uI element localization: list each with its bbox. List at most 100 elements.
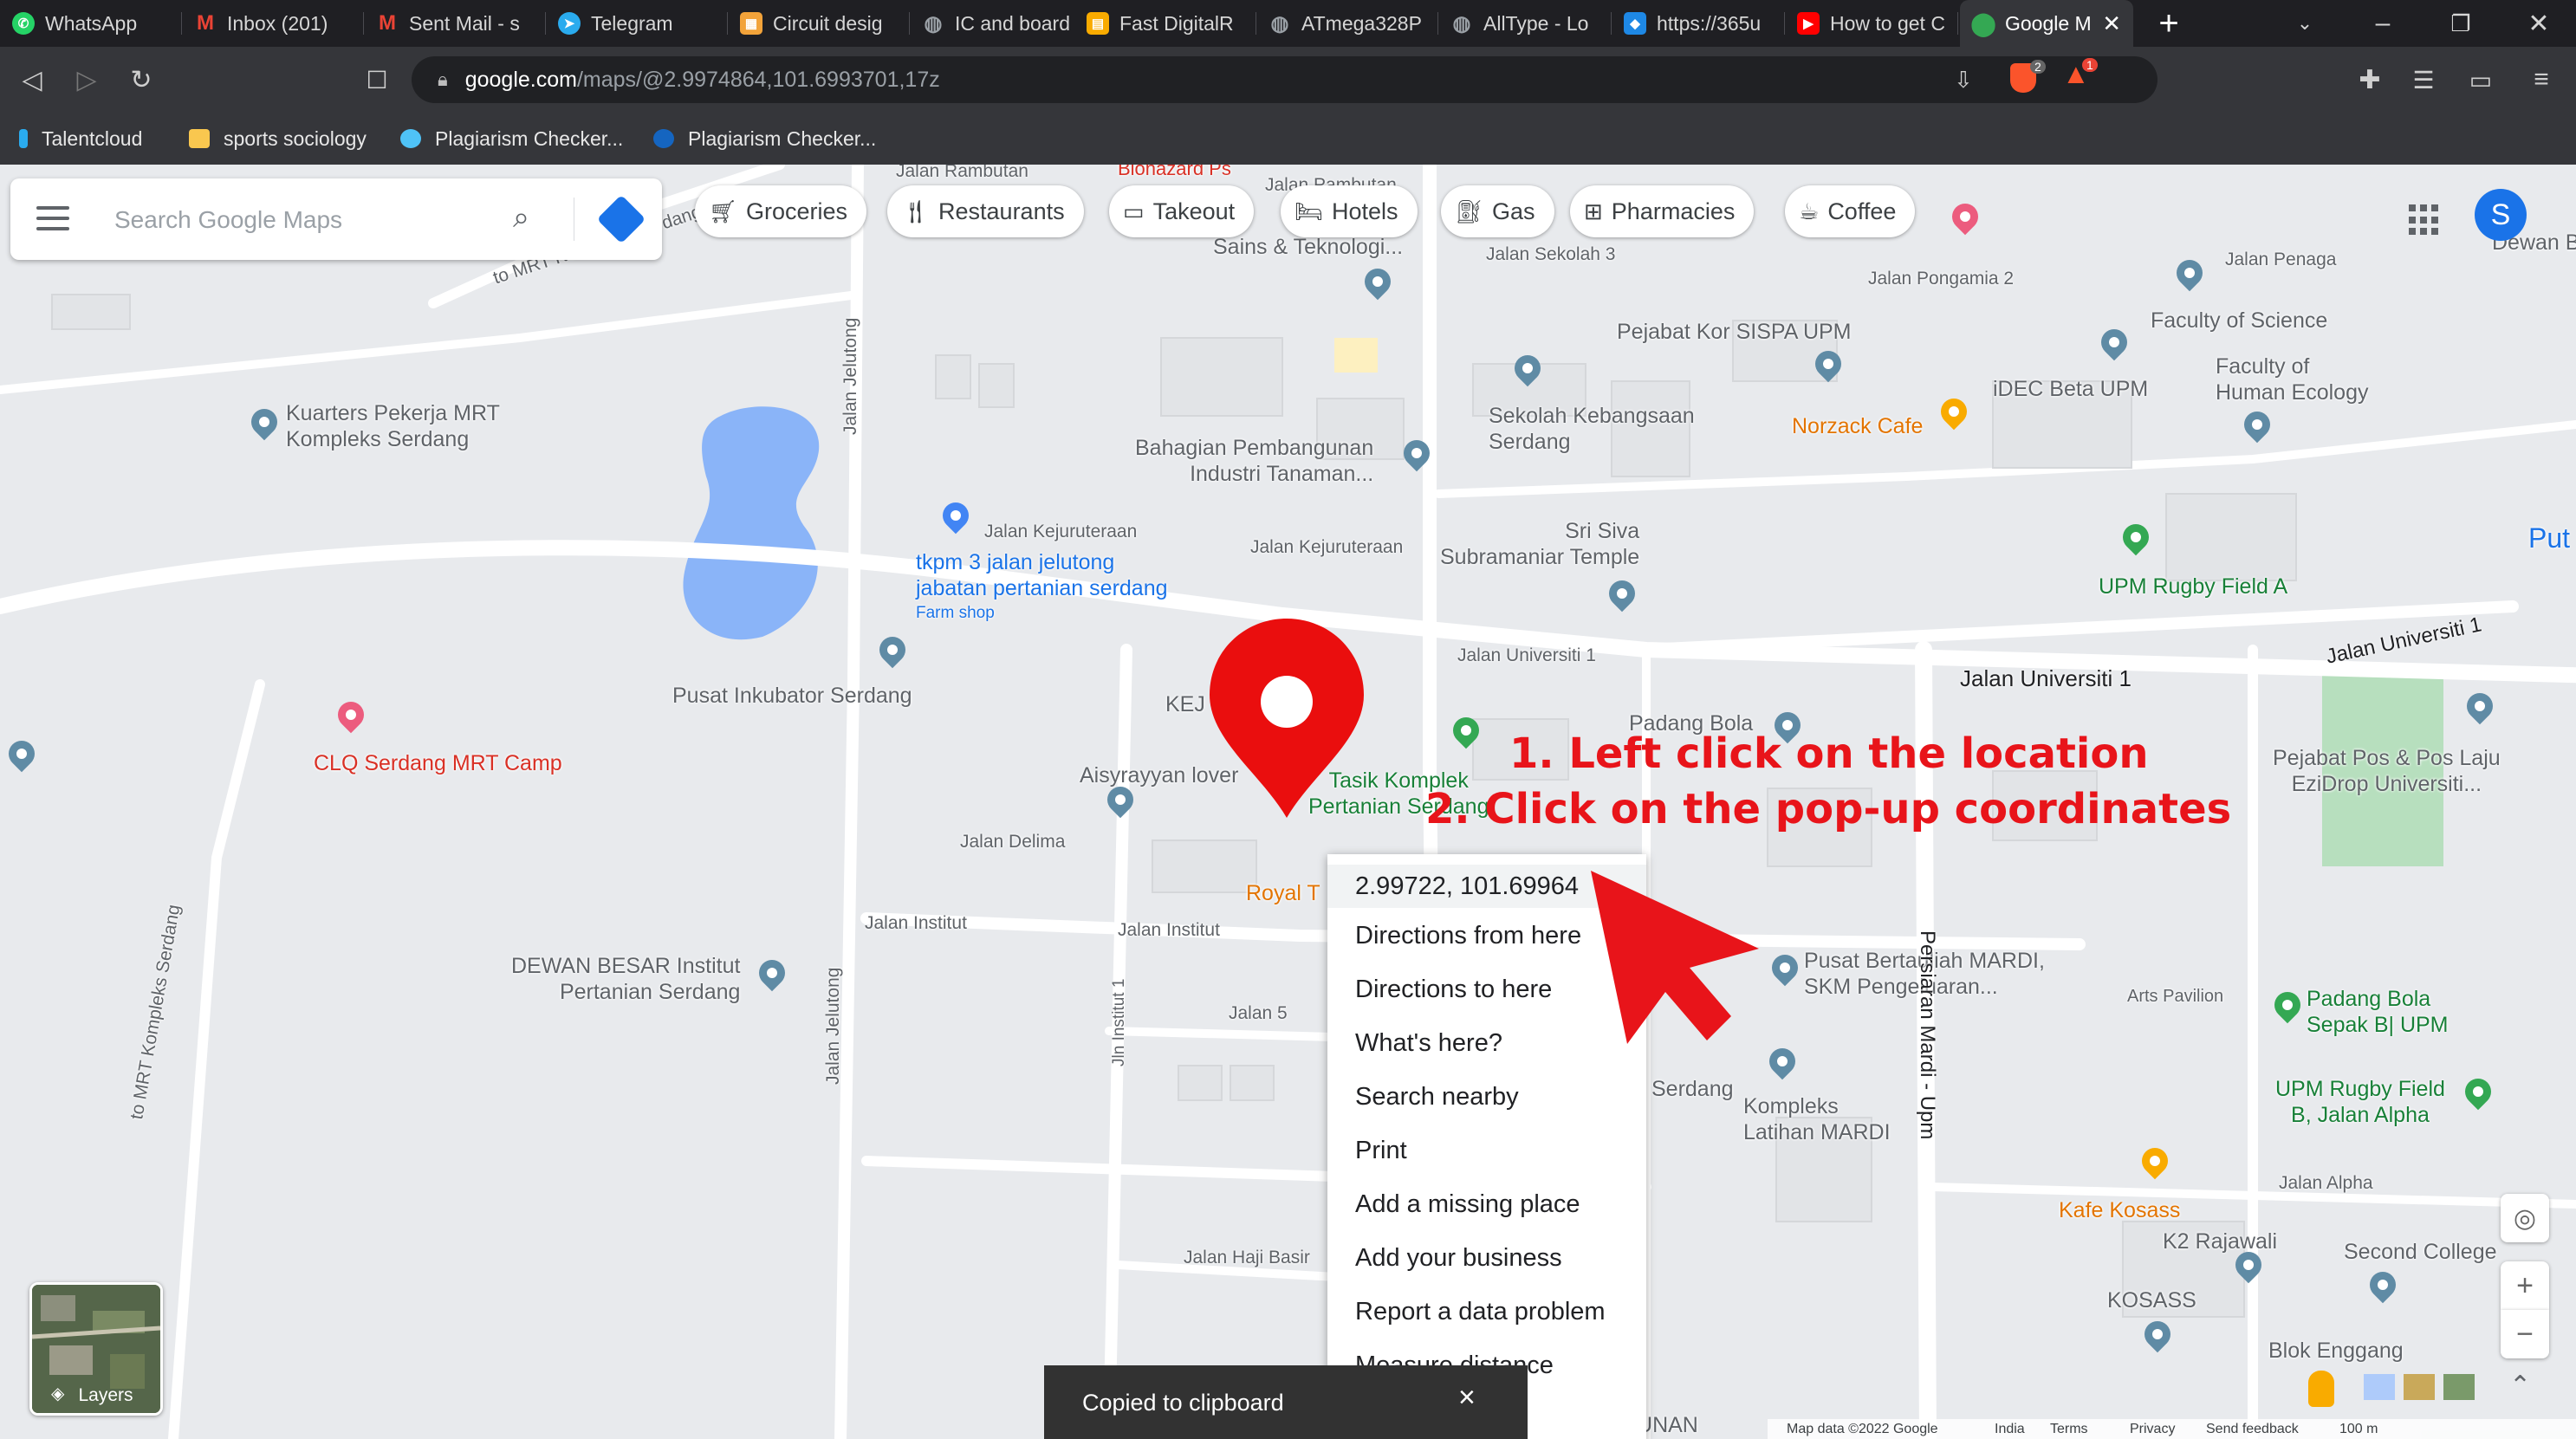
scale-text[interactable]: 100 m: [2339, 1422, 2378, 1437]
place-royal[interactable]: Royal T: [1246, 880, 1320, 906]
place-dewan-besar[interactable]: DEWAN BESAR Institut Pertanian Serdang: [511, 953, 740, 1005]
browser-menu-icon[interactable]: ≡: [2520, 47, 2563, 113]
chevron-up-icon[interactable]: ⌃: [2509, 1371, 2531, 1401]
install-app-icon[interactable]: ⇩: [1954, 67, 1973, 94]
place-upm-rugby-a[interactable]: UPM Rugby Field A: [2099, 574, 2287, 600]
search-input[interactable]: [113, 201, 515, 239]
place-idec[interactable]: iDEC Beta UPM: [1993, 376, 2148, 402]
search-icon[interactable]: ⌕: [513, 201, 529, 235]
chip-pharmacies[interactable]: ⊞ Pharmacies: [1570, 185, 1755, 237]
back-icon[interactable]: ◁: [10, 47, 54, 113]
bookmark-plagiarism-1[interactable]: Plagiarism Checker...: [400, 113, 623, 165]
tab-whatsapp[interactable]: ✆ WhatsApp: [0, 0, 182, 47]
google-apps-icon[interactable]: [2409, 204, 2440, 236]
my-location-icon[interactable]: ◎: [2501, 1194, 2549, 1242]
menu-item-add-missing-place[interactable]: Add a missing place: [1355, 1190, 1580, 1219]
extensions-icon[interactable]: ✚: [2348, 47, 2391, 113]
pegman-icon[interactable]: [2308, 1371, 2334, 1407]
zoom-in-button[interactable]: +: [2501, 1261, 2549, 1310]
tab-list-chevron-icon[interactable]: ⌄: [2287, 0, 2322, 47]
menu-item-directions-from[interactable]: Directions from here: [1355, 922, 1581, 950]
place-kafe-kosass[interactable]: Kafe Kosass: [2059, 1197, 2180, 1223]
menu-icon[interactable]: [36, 206, 69, 232]
place-padang-bola-b[interactable]: Padang Bola Sepak B| UPM: [2307, 986, 2449, 1038]
region-link[interactable]: India: [1995, 1422, 2025, 1437]
place-sri-siva[interactable]: Sri Siva Subramaniar Temple: [1440, 518, 1639, 570]
chip-coffee[interactable]: ☕︎ Coffee: [1785, 185, 1916, 237]
menu-item-add-business[interactable]: Add your business: [1355, 1244, 1562, 1273]
bookmark-icon[interactable]: ☐: [355, 47, 399, 113]
browser-tab-bar: ✆ WhatsApp M Inbox (201) M Sent Mail - s…: [0, 0, 2576, 47]
reload-icon[interactable]: ↻: [120, 47, 163, 113]
place-kosass[interactable]: KOSASS: [2107, 1287, 2196, 1313]
close-icon[interactable]: ×: [1458, 1381, 1476, 1415]
map-canvas[interactable]: Kuarters Pekerja MRT Kompleks Serdang tk…: [0, 165, 2576, 1439]
globe-icon: ◍: [1270, 11, 1289, 36]
road-rambutan: Jalan Rambutan: [896, 165, 1028, 181]
tab-fast-digital[interactable]: ▤ Fast DigitalR: [1074, 0, 1256, 47]
menu-item-directions-to[interactable]: Directions to here: [1355, 976, 1552, 1004]
browser-toolbar: ◁ ▷ ↻ ☐ 🔒︎ google.com/maps/@2.9974864,10…: [0, 47, 2576, 113]
place-kompleks-latihan[interactable]: Kompleks Latihan MARDI: [1743, 1093, 1891, 1145]
tab-inbox[interactable]: M Inbox (201): [182, 0, 364, 47]
menu-item-report-problem[interactable]: Report a data problem: [1355, 1298, 1606, 1326]
bookmark-sports-sociology[interactable]: sports sociology: [189, 113, 367, 165]
place-clq-camp[interactable]: CLQ Serdang MRT Camp: [314, 750, 562, 776]
avatar[interactable]: S: [2475, 189, 2527, 241]
directions-icon[interactable]: [596, 194, 646, 244]
tab-circuit-design[interactable]: ▦ Circuit desig: [728, 0, 910, 47]
place-faculty-ecology[interactable]: Faculty of Human Ecology: [2216, 353, 2368, 405]
place-upm-rugby-b[interactable]: UPM Rugby Field B, Jalan Alpha: [2275, 1076, 2445, 1128]
close-tab-icon[interactable]: ✕: [2102, 10, 2121, 37]
bookmark-talentcloud[interactable]: Talentcloud: [19, 113, 142, 165]
tab-365[interactable]: ◆ https://365u: [1612, 0, 1785, 47]
bookmark-label: Plagiarism Checker...: [688, 126, 877, 150]
place-bahagian[interactable]: Bahagian Pembangunan Industri Tanaman...: [1135, 435, 1373, 487]
place-pusat-inkubator[interactable]: Pusat Inkubator Serdang: [672, 683, 912, 709]
address-bar[interactable]: 🔒︎ google.com/maps/@2.9974864,101.699370…: [412, 56, 2157, 103]
close-window-icon[interactable]: ✕: [2517, 0, 2560, 47]
place-arts-pavilion[interactable]: Arts Pavilion: [2127, 986, 2223, 1007]
chip-hotels[interactable]: 🛏︎ Hotels: [1281, 185, 1418, 237]
imagery-thumb-1[interactable]: [2364, 1374, 2395, 1400]
tab-telegram[interactable]: ➤ Telegram: [546, 0, 728, 47]
place-faculty-science[interactable]: Faculty of Science: [2151, 308, 2327, 334]
place-pejabat-pos[interactable]: Pejabat Pos & Pos Laju EziDrop Universit…: [2273, 745, 2501, 797]
tab-ic-board[interactable]: ◍ IC and board: [910, 0, 1092, 47]
layers-button[interactable]: ◈ Layers: [29, 1282, 163, 1416]
tab-alltype[interactable]: ◍ AllType - Lo: [1438, 0, 1612, 47]
place-sekolah[interactable]: Sekolah Kebangsaan Serdang: [1489, 403, 1695, 455]
tab-sent-mail[interactable]: M Sent Mail - s: [364, 0, 546, 47]
chip-groceries[interactable]: 🛒︎ Groceries: [695, 185, 867, 237]
send-feedback-link[interactable]: Send feedback: [2206, 1422, 2299, 1437]
imagery-thumb-3[interactable]: [2443, 1374, 2475, 1400]
place-pejabat-kor[interactable]: Pejabat Kor SISPA UPM: [1617, 319, 1852, 345]
place-aisyrayyan[interactable]: Aisyrayyan lover: [1080, 762, 1238, 788]
zoom-out-button[interactable]: −: [2501, 1310, 2549, 1358]
bookmark-plagiarism-2[interactable]: Plagiarism Checker...: [653, 113, 876, 165]
tab-atmega[interactable]: ◍ ATmega328P: [1256, 0, 1438, 47]
privacy-link[interactable]: Privacy: [2130, 1422, 2175, 1437]
tab-youtube[interactable]: ▶ How to get C: [1785, 0, 1958, 47]
place-tkpm[interactable]: tkpm 3 jalan jelutong jabatan pertanian …: [916, 549, 1168, 601]
restore-icon[interactable]: ❐: [2439, 0, 2482, 47]
place-norzack-cafe[interactable]: Norzack Cafe: [1792, 413, 1923, 439]
menu-item-search-nearby[interactable]: Search nearby: [1355, 1083, 1519, 1112]
wallet-icon[interactable]: ▭: [2459, 47, 2502, 113]
chip-takeout[interactable]: ▭ Takeout: [1109, 185, 1255, 237]
terms-link[interactable]: Terms: [2050, 1422, 2088, 1437]
place-kuarters[interactable]: Kuarters Pekerja MRT Kompleks Serdang: [286, 400, 500, 452]
menu-item-print[interactable]: Print: [1355, 1137, 1407, 1165]
place-k2[interactable]: K2 Rajawali: [2163, 1228, 2277, 1254]
imagery-thumb-2[interactable]: [2404, 1374, 2435, 1400]
tab-google-maps[interactable]: ⬤ Google M ✕: [1960, 0, 2133, 47]
place-second-college[interactable]: Second College: [2344, 1239, 2497, 1265]
playlist-icon[interactable]: ☰: [2402, 47, 2445, 113]
minimize-icon[interactable]: –: [2361, 0, 2404, 47]
forward-icon[interactable]: ▷: [65, 47, 108, 113]
place-blok-enggang[interactable]: Blok Enggang: [2268, 1338, 2404, 1364]
chip-gas[interactable]: ⛽︎ Gas: [1441, 185, 1554, 237]
chip-restaurants[interactable]: 🍴︎ Restaurants: [887, 185, 1084, 237]
new-tab-button[interactable]: +: [2147, 0, 2190, 47]
menu-item-whats-here[interactable]: What's here?: [1355, 1029, 1502, 1058]
